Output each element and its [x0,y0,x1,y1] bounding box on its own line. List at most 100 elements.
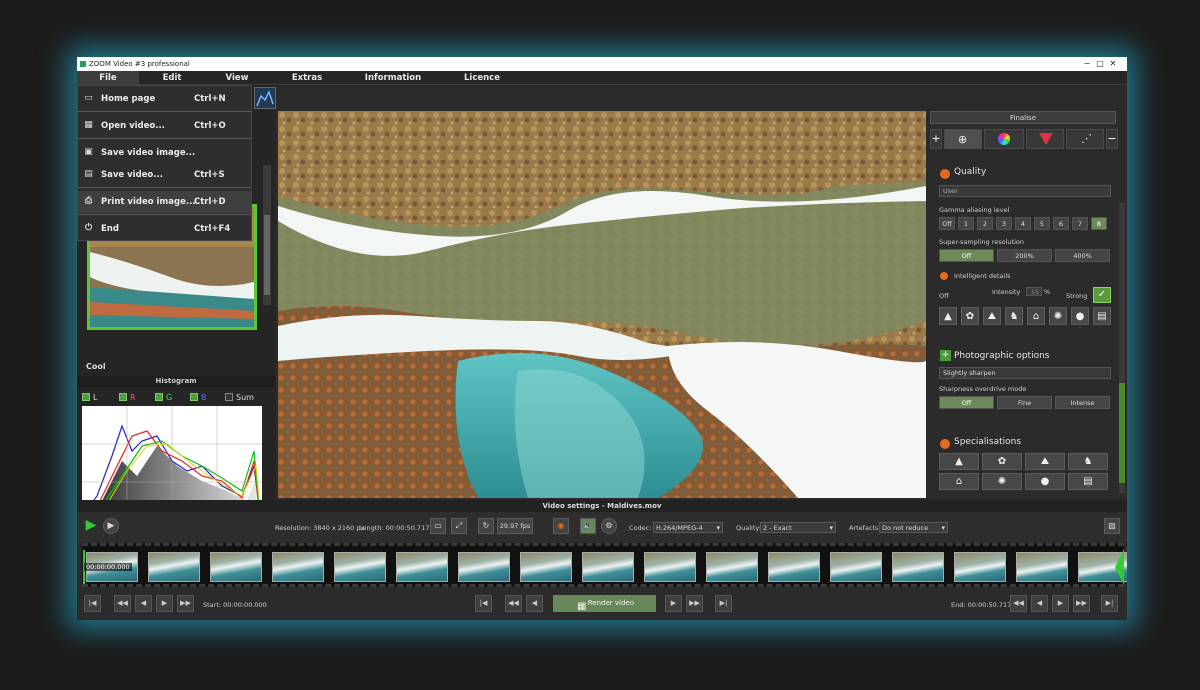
gamma-3[interactable]: 3 [996,217,1012,230]
render-go-end-button[interactable]: ▶| [715,595,732,612]
timeline-frame[interactable] [706,552,758,582]
timeline-frame[interactable] [582,552,634,582]
go-end-button[interactable]: ▶| [1101,595,1118,612]
document-icon[interactable]: ▤ [1093,307,1111,325]
shield-check-button[interactable]: ✓ [1093,287,1111,303]
hills-icon[interactable]: ⛰ [983,307,1001,325]
overdrive-intense[interactable]: Intense [1055,396,1110,409]
gamma-off[interactable]: Off [939,217,955,230]
channel-g-checkbox[interactable]: G [155,393,172,402]
horse-icon[interactable]: ♞ [1068,453,1108,470]
channel-sum-checkbox[interactable]: Sum [225,393,254,402]
play-preview-button[interactable]: ▶ [103,518,119,534]
audio-button[interactable]: 🔈 [580,518,596,534]
gamma-8[interactable]: 8 [1091,217,1107,230]
audio-settings-button[interactable]: ⚙ [601,518,617,534]
codec-select[interactable]: H.264/MPEG-4 [653,522,723,533]
timeline-frame[interactable] [830,552,882,582]
gamma-2[interactable]: 2 [977,217,993,230]
render-go-start-button[interactable]: |◀ [475,595,492,612]
gamma-1[interactable]: 1 [958,217,974,230]
fps-display[interactable]: 29,97 fps [497,518,533,534]
plant-icon[interactable]: ✿ [961,307,979,325]
intensity-value[interactable]: 15 [1026,287,1042,296]
menu-licence[interactable]: Licence [457,71,507,85]
step-back-fast-button[interactable]: ◀◀ [114,595,131,612]
end-marker[interactable] [1115,549,1124,585]
channel-l-checkbox[interactable]: L [82,393,97,402]
timeline-filmstrip[interactable]: 00:00:00.000 [82,543,1127,587]
supersampling-400[interactable]: 400% [1055,249,1110,262]
photographic-expand-icon[interactable]: + [940,350,951,361]
menu-item-save-video-image[interactable]: ▣ Save video image... [78,142,251,164]
rgb-tool-button[interactable] [1026,129,1064,149]
color-wheel-tool-button[interactable] [984,129,1024,149]
supersampling-off[interactable]: Off [939,249,994,262]
gallery-button[interactable]: ▨ [1104,518,1120,534]
color-settings-button[interactable]: ◉ [553,518,569,534]
render-forward-fast-button[interactable]: ▶▶ [686,595,703,612]
timeline-frame[interactable] [396,552,448,582]
timeline-frame[interactable] [954,552,1006,582]
mountain-icon[interactable]: ▲ [939,453,979,470]
artefacts-select[interactable]: Do not reduce [879,522,948,533]
right-panel-scrollbar[interactable] [1119,203,1125,493]
gamma-6[interactable]: 6 [1053,217,1069,230]
menu-item-save-video[interactable]: ▤ Save video... Ctrl+S [78,164,251,186]
bulb-gear-icon[interactable]: ✺ [1049,307,1067,325]
channel-r-checkbox[interactable]: R [119,393,136,402]
timeline-frame[interactable] [272,552,324,582]
timeline-frame[interactable] [458,552,510,582]
preset-scrollbar[interactable] [263,165,271,305]
remove-tool-button[interactable]: − [1106,129,1118,149]
timeline-frame[interactable] [148,552,200,582]
menu-file[interactable]: File [77,71,139,85]
end-forward-button[interactable]: ▶ [1052,595,1069,612]
overdrive-off[interactable]: Off [939,396,994,409]
supersampling-200[interactable]: 200% [997,249,1052,262]
menu-information[interactable]: Information [359,71,427,85]
finalise-button[interactable]: Finalise [930,111,1116,124]
menu-item-print-video-image[interactable]: ⎙ Print video image... Ctrl+D [78,191,251,213]
house-icon[interactable]: ⌂ [939,473,979,490]
close-button[interactable]: ✕ [1099,57,1127,71]
timeline-frame[interactable] [768,552,820,582]
menu-view[interactable]: View [212,71,262,85]
timeline-frame[interactable] [1016,552,1068,582]
step-forward-button[interactable]: ▶ [156,595,173,612]
fit-screen-button[interactable]: ▭ [430,518,446,534]
mountain-icon[interactable]: ▲ [939,307,957,325]
horse-icon[interactable]: ♞ [1005,307,1023,325]
menu-item-end[interactable]: ⏻ End Ctrl+F4 [78,218,251,240]
resize-button[interactable]: ⤢ [451,518,467,534]
refresh-button[interactable]: ↻ [478,518,494,534]
timeline-frame[interactable] [334,552,386,582]
plant-icon[interactable]: ✿ [982,453,1022,470]
timeline-frame[interactable] [210,552,262,582]
gamma-5[interactable]: 5 [1034,217,1050,230]
add-tool-button[interactable]: + [930,129,942,149]
document-icon[interactable]: ▤ [1068,473,1108,490]
go-start-button[interactable]: |◀ [84,595,101,612]
timeline-frame[interactable] [520,552,572,582]
menu-extras[interactable]: Extras [282,71,332,85]
histogram-toggle-thumbnail[interactable] [254,87,276,109]
render-back-button[interactable]: ◀ [526,595,543,612]
quality-select[interactable]: 2 - Exact [760,522,836,533]
timeline-frame[interactable] [892,552,944,582]
gamma-4[interactable]: 4 [1015,217,1031,230]
house-icon[interactable]: ⌂ [1027,307,1045,325]
quality-preset-select[interactable]: User [939,185,1111,197]
person-icon[interactable]: ● [1025,473,1065,490]
hills-icon[interactable]: ⛰ [1025,453,1065,470]
person-icon[interactable]: ● [1071,307,1089,325]
zoom-tool-button[interactable]: ⊕ [944,129,982,149]
timeline-frame[interactable] [644,552,696,582]
overdrive-fine[interactable]: Fine [997,396,1052,409]
share-tool-button[interactable]: ⋰ [1066,129,1104,149]
render-video-button[interactable]: ▦ Render video [553,595,656,612]
video-preview[interactable] [278,111,926,498]
end-forward-fast-button[interactable]: ▶▶ [1073,595,1090,612]
gamma-7[interactable]: 7 [1072,217,1088,230]
render-back-fast-button[interactable]: ◀◀ [505,595,522,612]
